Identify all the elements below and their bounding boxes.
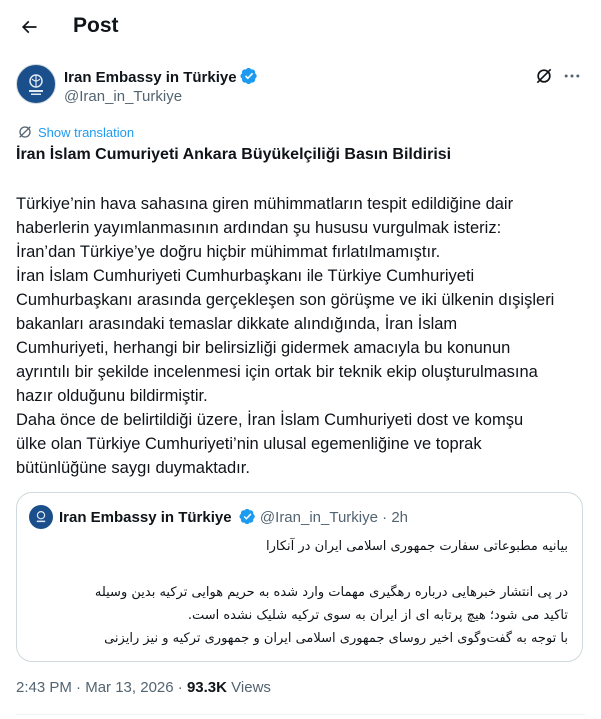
show-translation-link[interactable]: Show translation	[17, 124, 134, 140]
post-line: Daha önce de belirtildiği üzere, İran İs…	[16, 411, 524, 429]
back-button[interactable]	[12, 10, 46, 44]
post-line: İran İslam Cumhuriyeti Cumhurbaşkanı ile…	[16, 267, 475, 285]
more-horizontal-icon	[564, 74, 580, 78]
post-headline: İran İslam Cumuriyeti Ankara Büyükelçili…	[16, 146, 452, 163]
post-text: Türkiye’nin hava sahasına giren mühimmat…	[16, 192, 586, 480]
post-line: ayrıntılı bir şekilde incelenmesi için o…	[16, 363, 538, 381]
author-name-text: Iran Embassy in Türkiye	[64, 69, 237, 86]
author-name[interactable]: Iran Embassy in Türkiye	[64, 67, 258, 86]
quoted-line-blank	[28, 558, 568, 581]
post-metadata: 2:43 PM · Mar 13, 2026 · 93.3K Views	[16, 679, 271, 696]
translate-globe-icon	[19, 126, 31, 138]
post-line: bakanları arasındaki temaslar dikkate al…	[16, 315, 458, 333]
post-line: Türkiye’nin hava sahasına giren mühimmat…	[16, 195, 514, 213]
grok-button[interactable]	[534, 66, 556, 88]
meta-separator: ·	[76, 679, 82, 696]
post-author: Iran Embassy in Türkiye @Iran_in_Turkiye	[16, 64, 586, 108]
post-line: haberlerin yayımlanmasının ardından şu h…	[16, 219, 502, 237]
post-line: bütünlüğüne saygı duymaktadır.	[16, 459, 250, 477]
quoted-line: تاکید می شود؛ هیچ پرتابه ای از ایران به …	[187, 608, 568, 623]
post-line: İran’dan Türkiye’ye doğru hiçbir mühimma…	[16, 243, 441, 261]
views-count: 93.3K	[186, 679, 227, 696]
grok-icon	[536, 68, 552, 84]
post-line: hazır olduğunu bildirmiştir.	[16, 387, 208, 405]
top-bar: Post	[0, 0, 601, 56]
page-title: Post	[73, 14, 119, 37]
quoted-line: با توجه به گفت‌وگوی اخیر روسای جمهوری اس…	[104, 631, 568, 646]
verified-badge-icon	[240, 67, 257, 85]
quoted-line: در پی انتشار خبرهایی درباره رهگیری مهمات…	[94, 585, 568, 600]
divider	[16, 714, 585, 715]
quoted-post[interactable]: Iran Embassy in Türkiye @Iran_in_Turkiye…	[16, 492, 583, 662]
post-line: ülke olan Türkiye Cumhuriyeti’nin ulusal…	[16, 435, 482, 453]
arrow-left-icon	[21, 20, 37, 34]
quoted-timestamp: · 2h	[382, 509, 409, 526]
verified-badge-icon	[239, 508, 255, 525]
views-label: Views	[231, 679, 271, 696]
show-translation-label: Show translation	[38, 124, 135, 140]
quoted-header: Iran Embassy in Türkiye @Iran_in_Turkiye…	[59, 508, 408, 526]
quoted-author-name: Iran Embassy in Türkiye	[59, 509, 232, 526]
author-handle[interactable]: @Iran_in_Turkiye	[64, 88, 182, 105]
post-date[interactable]: Mar 13, 2026	[85, 679, 173, 696]
post-time[interactable]: 2:43 PM	[16, 679, 72, 696]
more-options-button[interactable]	[562, 66, 584, 88]
post-line: Cumhurbaşkanı arasında gerçekleşen son g…	[16, 291, 555, 309]
avatar[interactable]	[16, 64, 56, 104]
embassy-emblem-icon	[36, 511, 46, 523]
quoted-avatar	[29, 505, 53, 529]
embassy-emblem-icon	[29, 74, 43, 95]
quoted-author-handle: @Iran_in_Turkiye	[259, 509, 378, 526]
post-line: Cumhuriyeti, herhangi bir belirsizliği g…	[16, 339, 511, 357]
quoted-text: بیانیه مطبوعاتی سفارت جمهوری اسلامی ایرا…	[28, 535, 568, 650]
meta-separator: ·	[177, 679, 183, 696]
quoted-line: بیانیه مطبوعاتی سفارت جمهوری اسلامی ایرا…	[266, 539, 568, 554]
